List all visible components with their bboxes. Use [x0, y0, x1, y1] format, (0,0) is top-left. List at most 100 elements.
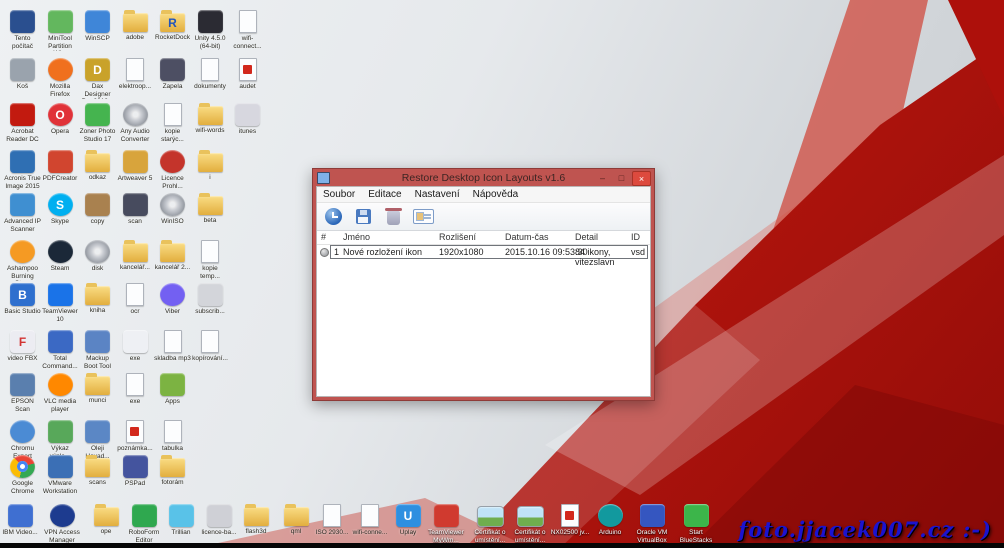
desktop-icon[interactable]: ISO 2930...: [312, 504, 352, 537]
column-header-name[interactable]: Jméno: [343, 232, 370, 242]
desktop-icon[interactable]: Arduino: [590, 504, 630, 537]
desktop-icon[interactable]: copy: [79, 193, 116, 226]
desktop-icon[interactable]: Mozilla Firefox: [42, 58, 79, 98]
desktop-icon[interactable]: WinSCP: [79, 10, 116, 43]
desktop-icon[interactable]: NX02500 jv...: [550, 504, 590, 537]
desktop-icon[interactable]: flash3d: [236, 504, 276, 536]
desktop-icon[interactable]: IBM Video...: [0, 504, 40, 537]
desktop-icon[interactable]: Artweaver 5: [117, 150, 154, 183]
desktop-icon[interactable]: itunes: [229, 103, 266, 136]
desktop-icon[interactable]: ope: [86, 504, 126, 536]
desktop-icon[interactable]: Zoner Photo Studio 17: [79, 103, 116, 143]
desktop-icon[interactable]: beta: [192, 193, 229, 225]
desktop-icon[interactable]: RoboForm Editor: [124, 504, 164, 544]
desktop-icon[interactable]: SSkype: [42, 193, 79, 226]
details-button[interactable]: [412, 205, 435, 228]
desktop-icon[interactable]: Koš: [4, 58, 41, 91]
desktop-icon[interactable]: tabulka: [154, 420, 191, 453]
desktop-icon[interactable]: Oleji Hovad...: [79, 420, 116, 460]
column-header-datetime[interactable]: Datum-čas: [505, 232, 549, 242]
desktop-icon[interactable]: kopírování...: [192, 330, 229, 363]
desktop-icon[interactable]: kopie starýc...: [154, 103, 191, 143]
desktop-icon[interactable]: kancelář...: [117, 240, 154, 272]
desktop-icon[interactable]: wifi-words: [192, 103, 229, 135]
desktop-icon[interactable]: kniha: [79, 283, 116, 315]
desktop-icon[interactable]: dokumenty: [192, 58, 229, 91]
desktop-icon[interactable]: Oracle VM VirtualBox: [632, 504, 672, 544]
save-layout-button[interactable]: [352, 205, 375, 228]
minimize-button[interactable]: –: [594, 171, 611, 184]
column-header-num[interactable]: #: [321, 232, 326, 242]
table-row[interactable]: 1 Nové rozložení ikon 1920x1080 2015.10.…: [317, 245, 650, 258]
desktop-icon[interactable]: Ashampoo Burning Stu...: [4, 240, 41, 281]
desktop-icon[interactable]: kopie temp...: [192, 240, 229, 280]
desktop-icon[interactable]: Výkaz výpla...: [42, 420, 79, 460]
desktop-icon[interactable]: disk: [79, 240, 116, 273]
desktop-icon[interactable]: ocr: [117, 283, 154, 316]
desktop-icon[interactable]: Google Chrome: [4, 455, 41, 495]
desktop-icon[interactable]: qml: [276, 504, 316, 536]
desktop-icon[interactable]: fotorám: [154, 455, 191, 487]
menu-nastaveni[interactable]: Nastavení: [415, 189, 460, 200]
close-button[interactable]: ×: [632, 171, 651, 186]
desktop-icon[interactable]: Steam: [42, 240, 79, 273]
desktop-icon[interactable]: UUplay: [388, 504, 428, 537]
desktop-icon[interactable]: Total Command...: [42, 330, 79, 370]
desktop-icon[interactable]: Mackup Boot Tool: [79, 330, 116, 370]
desktop-icon[interactable]: wifi-connect...: [229, 10, 266, 50]
desktop-icon[interactable]: Any Audio Converter: [117, 103, 154, 143]
desktop-icon[interactable]: Zapela: [154, 58, 191, 91]
desktop-icon[interactable]: TeamViewer MyWm...: [426, 504, 466, 544]
desktop-icon[interactable]: VLC media player: [42, 373, 79, 413]
desktop-icon[interactable]: TeamViewer 10: [42, 283, 79, 323]
maximize-button[interactable]: □: [613, 171, 630, 184]
desktop-icon[interactable]: exe: [117, 373, 154, 406]
desktop-icon[interactable]: DDax Designer Pro 2013...: [79, 58, 116, 99]
desktop-icon[interactable]: Chromu Export: [4, 420, 41, 460]
desktop-icon[interactable]: licence-ba...: [199, 504, 239, 537]
desktop-icon[interactable]: Licence Prohl...: [154, 150, 191, 190]
desktop-icon[interactable]: VPN Access Manager: [42, 504, 82, 544]
desktop-icon[interactable]: Trillian: [161, 504, 201, 537]
desktop-icon[interactable]: subscrib...: [192, 283, 229, 316]
menu-soubor[interactable]: Soubor: [323, 189, 355, 200]
desktop-icon[interactable]: RRocketDock: [154, 10, 191, 42]
desktop-icon[interactable]: elektroop...: [117, 58, 154, 91]
desktop-icon[interactable]: EPSON Scan: [4, 373, 41, 413]
column-header-id[interactable]: ID: [631, 232, 640, 242]
column-header-detail[interactable]: Detail: [575, 232, 598, 242]
desktop-icon[interactable]: scans: [79, 455, 116, 487]
desktop-icon[interactable]: Certifikát o umístění...: [470, 504, 510, 544]
desktop-icon[interactable]: scan: [117, 193, 154, 226]
desktop-icon[interactable]: Tento počítač: [4, 10, 41, 50]
delete-layout-button[interactable]: [382, 205, 405, 228]
desktop-icon[interactable]: Advanced IP Scanner: [4, 193, 41, 233]
desktop-icon[interactable]: kancelář 2...: [154, 240, 191, 272]
restore-layout-button[interactable]: [322, 205, 345, 228]
desktop-icon[interactable]: exe: [117, 330, 154, 363]
desktop-icon[interactable]: WinISO: [154, 193, 191, 226]
menu-napoveda[interactable]: Nápověda: [473, 189, 519, 200]
desktop-icon[interactable]: Start BlueStacks: [676, 504, 716, 544]
desktop-icon[interactable]: poznámka...: [117, 420, 154, 453]
desktop-icon[interactable]: audet: [229, 58, 266, 91]
desktop-icon[interactable]: MiniTool Partition Wi...: [42, 10, 79, 51]
desktop-icon[interactable]: PDFCreator: [42, 150, 79, 183]
desktop-icon[interactable]: munci: [79, 373, 116, 405]
desktop-icon[interactable]: Fvideo FBX: [4, 330, 41, 363]
desktop-icon[interactable]: Unity 4.5.0 (64-bit): [192, 10, 229, 50]
desktop-icon[interactable]: BBasic Studio: [4, 283, 41, 316]
desktop-icon[interactable]: Viber: [154, 283, 191, 316]
desktop-icon[interactable]: Acrobat Reader DC: [4, 103, 41, 143]
desktop-icon[interactable]: Apps: [154, 373, 191, 406]
column-header-resolution[interactable]: Rozlišení: [439, 232, 476, 242]
menu-editace[interactable]: Editace: [368, 189, 401, 200]
desktop-icon[interactable]: PSPad: [117, 455, 154, 488]
desktop-icon[interactable]: odkaz: [79, 150, 116, 182]
desktop-icon[interactable]: adobe: [117, 10, 154, 42]
desktop-icon[interactable]: OOpera: [42, 103, 79, 136]
desktop-icon[interactable]: wifi-conne...: [350, 504, 390, 537]
desktop-icon[interactable]: VMware Workstation: [42, 455, 79, 495]
desktop-icon[interactable]: Acronis True Image 2015: [4, 150, 41, 190]
titlebar[interactable]: Restore Desktop Icon Layouts v1.6 – □ ×: [313, 169, 654, 186]
